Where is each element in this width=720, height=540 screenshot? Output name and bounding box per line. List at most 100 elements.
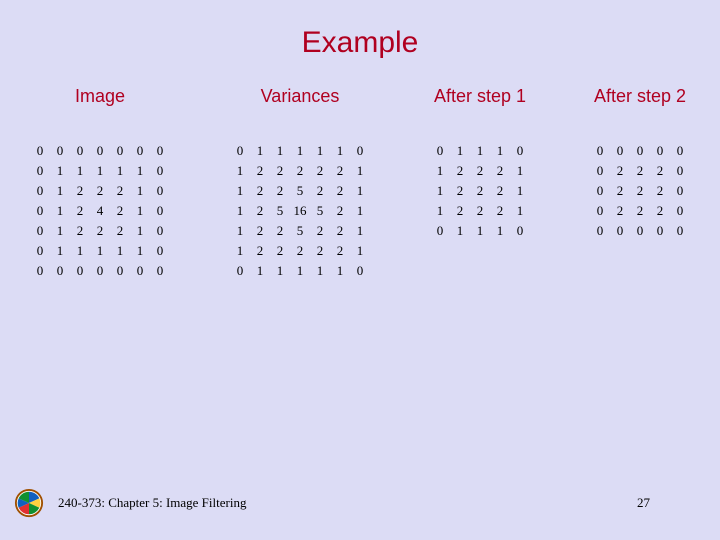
matrix-cell: 0 bbox=[90, 261, 110, 281]
page-title: Example bbox=[0, 0, 720, 86]
matrix-table: 0111110122222112252211251652112252211222… bbox=[230, 141, 370, 281]
matrix-cell: 2 bbox=[490, 181, 510, 201]
matrix-cell: 0 bbox=[30, 161, 50, 181]
matrix-cell: 2 bbox=[490, 201, 510, 221]
matrix-cell: 0 bbox=[590, 221, 610, 241]
matrix-cell: 0 bbox=[70, 261, 90, 281]
table-row: 12516521 bbox=[230, 201, 370, 221]
matrix-cell: 1 bbox=[50, 161, 70, 181]
matrix-cell: 0 bbox=[30, 241, 50, 261]
matrix-cell: 2 bbox=[310, 181, 330, 201]
table-row: 01110 bbox=[430, 221, 530, 241]
matrix-cell: 0 bbox=[30, 221, 50, 241]
matrix-cell: 0 bbox=[650, 221, 670, 241]
matrix-cell: 1 bbox=[510, 181, 530, 201]
matrix-cell: 1 bbox=[230, 221, 250, 241]
column-heading: Variances bbox=[261, 86, 340, 107]
matrix-cell: 2 bbox=[110, 181, 130, 201]
footer: 240-373: Chapter 5: Image Filtering 27 bbox=[0, 486, 720, 520]
table-row: 1222221 bbox=[230, 161, 370, 181]
matrix-cell: 1 bbox=[510, 201, 530, 221]
matrix-cell: 0 bbox=[150, 221, 170, 241]
matrix-cell: 0 bbox=[670, 221, 690, 241]
column-0: Image00000000111110012221001242100122210… bbox=[30, 86, 170, 281]
matrix-cell: 1 bbox=[430, 181, 450, 201]
matrix-cell: 0 bbox=[50, 141, 70, 161]
matrix-cell: 0 bbox=[590, 141, 610, 161]
matrix-cell: 4 bbox=[90, 201, 110, 221]
matrix-table: 0000000011111001222100124210012221001111… bbox=[30, 141, 170, 281]
table-row: 02220 bbox=[590, 181, 690, 201]
matrix-cell: 1 bbox=[130, 241, 150, 261]
matrix-cell: 1 bbox=[330, 261, 350, 281]
matrix-cell: 0 bbox=[650, 141, 670, 161]
footer-logo-icon bbox=[14, 488, 44, 518]
matrix-cell: 2 bbox=[610, 181, 630, 201]
matrix-cell: 1 bbox=[230, 161, 250, 181]
matrix-cell: 2 bbox=[490, 161, 510, 181]
matrix-cell: 1 bbox=[470, 221, 490, 241]
matrix-cell: 1 bbox=[450, 141, 470, 161]
table-row: 0111110 bbox=[30, 241, 170, 261]
matrix-cell: 2 bbox=[650, 161, 670, 181]
matrix-cell: 0 bbox=[150, 181, 170, 201]
matrix-cell: 1 bbox=[90, 161, 110, 181]
matrix-cell: 2 bbox=[310, 221, 330, 241]
matrix-cell: 0 bbox=[50, 261, 70, 281]
matrix-cell: 0 bbox=[110, 141, 130, 161]
matrix-cell: 0 bbox=[430, 141, 450, 161]
matrix-cell: 1 bbox=[50, 201, 70, 221]
matrix-cell: 2 bbox=[310, 241, 330, 261]
matrix-cell: 1 bbox=[130, 201, 150, 221]
matrix-cell: 0 bbox=[130, 141, 150, 161]
matrix-cell: 2 bbox=[610, 201, 630, 221]
matrix-cell: 0 bbox=[670, 161, 690, 181]
matrix-cell: 1 bbox=[230, 181, 250, 201]
matrix-cell: 2 bbox=[90, 221, 110, 241]
matrix-cell: 1 bbox=[350, 241, 370, 261]
matrix-cell: 2 bbox=[250, 221, 270, 241]
matrix-cell: 1 bbox=[310, 141, 330, 161]
matrix-cell: 0 bbox=[150, 201, 170, 221]
matrix-cell: 0 bbox=[430, 221, 450, 241]
matrix-cell: 1 bbox=[350, 201, 370, 221]
matrix-cell: 2 bbox=[450, 161, 470, 181]
matrix-cell: 0 bbox=[610, 141, 630, 161]
matrix-cell: 1 bbox=[110, 241, 130, 261]
matrix-cell: 2 bbox=[290, 241, 310, 261]
matrix-cell: 0 bbox=[150, 161, 170, 181]
matrix-cell: 2 bbox=[630, 161, 650, 181]
matrix-cell: 2 bbox=[250, 161, 270, 181]
table-row: 1225221 bbox=[230, 181, 370, 201]
matrix-cell: 1 bbox=[230, 241, 250, 261]
matrix-cell: 1 bbox=[270, 141, 290, 161]
matrix-cell: 1 bbox=[490, 141, 510, 161]
table-row: 0111110 bbox=[30, 161, 170, 181]
matrix-cell: 1 bbox=[490, 221, 510, 241]
matrix-cell: 2 bbox=[270, 181, 290, 201]
matrix-cell: 0 bbox=[630, 141, 650, 161]
table-row: 00000 bbox=[590, 221, 690, 241]
matrix-cell: 0 bbox=[130, 261, 150, 281]
matrix-cell: 1 bbox=[230, 201, 250, 221]
matrix-cell: 1 bbox=[450, 221, 470, 241]
table-row: 02220 bbox=[590, 161, 690, 181]
matrix-cell: 2 bbox=[110, 221, 130, 241]
table-row: 0111110 bbox=[230, 141, 370, 161]
footer-text: 240-373: Chapter 5: Image Filtering bbox=[58, 495, 246, 511]
table-row: 1225221 bbox=[230, 221, 370, 241]
matrix-cell: 2 bbox=[250, 201, 270, 221]
matrix-cell: 2 bbox=[630, 181, 650, 201]
table-row: 0000000 bbox=[30, 261, 170, 281]
matrix-cell: 2 bbox=[610, 161, 630, 181]
matrix-cell: 2 bbox=[330, 241, 350, 261]
matrix-cell: 2 bbox=[650, 201, 670, 221]
matrix-cell: 2 bbox=[250, 241, 270, 261]
column-heading: After step 2 bbox=[594, 86, 686, 107]
matrix-cell: 0 bbox=[670, 141, 690, 161]
matrix-cell: 1 bbox=[510, 161, 530, 181]
matrix-cell: 1 bbox=[50, 221, 70, 241]
matrix-cell: 2 bbox=[70, 221, 90, 241]
matrix-cell: 0 bbox=[70, 141, 90, 161]
matrix-cell: 1 bbox=[350, 181, 370, 201]
